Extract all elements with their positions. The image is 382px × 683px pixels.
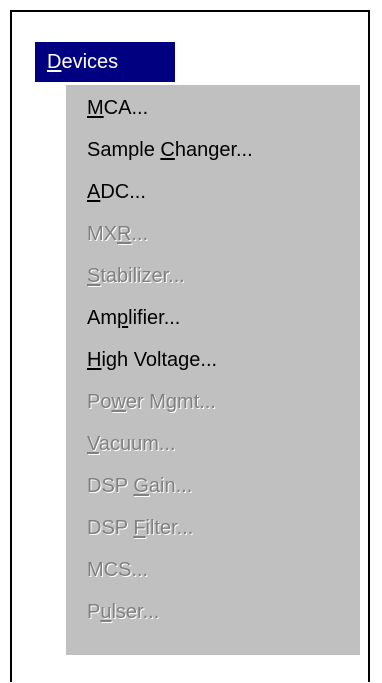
- menu-item-mxr-prefix: MX: [87, 223, 117, 245]
- menu-item-mca[interactable]: MCA...: [87, 92, 148, 124]
- menu-item-sample-changer[interactable]: Sample Changer...: [87, 134, 253, 166]
- menu-item-stabilizer-mnemonic: S: [87, 265, 101, 287]
- menu-item-power-mgmt-prefix: Po: [87, 391, 112, 413]
- devices-menu-title[interactable]: Devices: [35, 42, 175, 82]
- menu-item-high-voltage-suffix: igh Voltage...: [101, 349, 218, 371]
- menu-item-sample-changer-mnemonic: C: [160, 139, 175, 161]
- menu-item-high-voltage-mnemonic: H: [87, 349, 102, 371]
- menu-item-dsp-gain-suffix: ain...: [148, 475, 193, 497]
- menu-item-stabilizer-suffix: tabilizer...: [100, 265, 185, 287]
- menu-item-adc-suffix: DC...: [100, 181, 146, 203]
- menu-item-pulser-mnemonic: u: [100, 601, 112, 623]
- menu-item-vacuum-suffix: acuum...: [98, 433, 176, 455]
- menu-item-high-voltage[interactable]: High Voltage...: [87, 344, 217, 376]
- menu-item-amplifier-suffix: lifier...: [128, 307, 181, 329]
- menu-item-mcs-prefix: MCS...: [87, 559, 149, 581]
- menu-item-dsp-filter[interactable]: DSP Filter...: [87, 512, 193, 544]
- menu-item-pulser-suffix: lser...: [111, 601, 160, 623]
- menu-item-mca-mnemonic: M: [87, 97, 104, 119]
- menu-item-dsp-filter-mnemonic: F: [133, 517, 146, 539]
- menu-item-stabilizer[interactable]: Stabilizer...: [87, 260, 185, 292]
- menu-item-mca-suffix: CA...: [103, 97, 149, 119]
- menu-item-dsp-filter-prefix: DSP: [87, 517, 134, 539]
- menu-item-dsp-filter-suffix: ilter...: [145, 517, 194, 539]
- menu-item-mxr[interactable]: MXR...: [87, 218, 148, 250]
- menu-item-pulser-prefix: P: [87, 601, 101, 623]
- menu-item-sample-changer-prefix: Sample: [87, 139, 161, 161]
- menu-item-adc[interactable]: ADC...: [87, 176, 146, 208]
- menu-item-power-mgmt[interactable]: Power Mgmt...: [87, 386, 216, 418]
- menu-item-dsp-gain[interactable]: DSP Gain...: [87, 470, 192, 502]
- menu-item-power-mgmt-suffix: er Mgmt...: [125, 391, 216, 413]
- devices-menu-title-suffix: evices: [61, 51, 119, 73]
- menu-item-mxr-mnemonic: R: [117, 223, 132, 245]
- menu-item-sample-changer-suffix: hanger...: [174, 139, 253, 161]
- menu-item-vacuum-mnemonic: V: [87, 433, 99, 455]
- menu-item-dsp-gain-prefix: DSP: [87, 475, 134, 497]
- menu-item-amplifier-mnemonic: p: [117, 307, 129, 329]
- devices-menu-title-mnemonic: D: [47, 51, 62, 73]
- menu-item-dsp-gain-mnemonic: G: [133, 475, 149, 497]
- devices-dropdown-menu: MCA... Sample Changer... ADC... MXR... S…: [66, 85, 362, 655]
- menu-item-power-mgmt-mnemonic: w: [111, 391, 126, 413]
- menu-item-amplifier[interactable]: Amplifier...: [87, 302, 180, 334]
- menu-item-pulser[interactable]: Pulser...: [87, 596, 159, 628]
- menu-item-amplifier-prefix: Am: [87, 307, 117, 329]
- menu-item-adc-mnemonic: A: [87, 181, 101, 203]
- menu-item-mcs[interactable]: MCS...: [87, 554, 148, 586]
- menu-item-mxr-suffix: ...: [131, 223, 149, 245]
- menu-item-vacuum[interactable]: Vacuum...: [87, 428, 176, 460]
